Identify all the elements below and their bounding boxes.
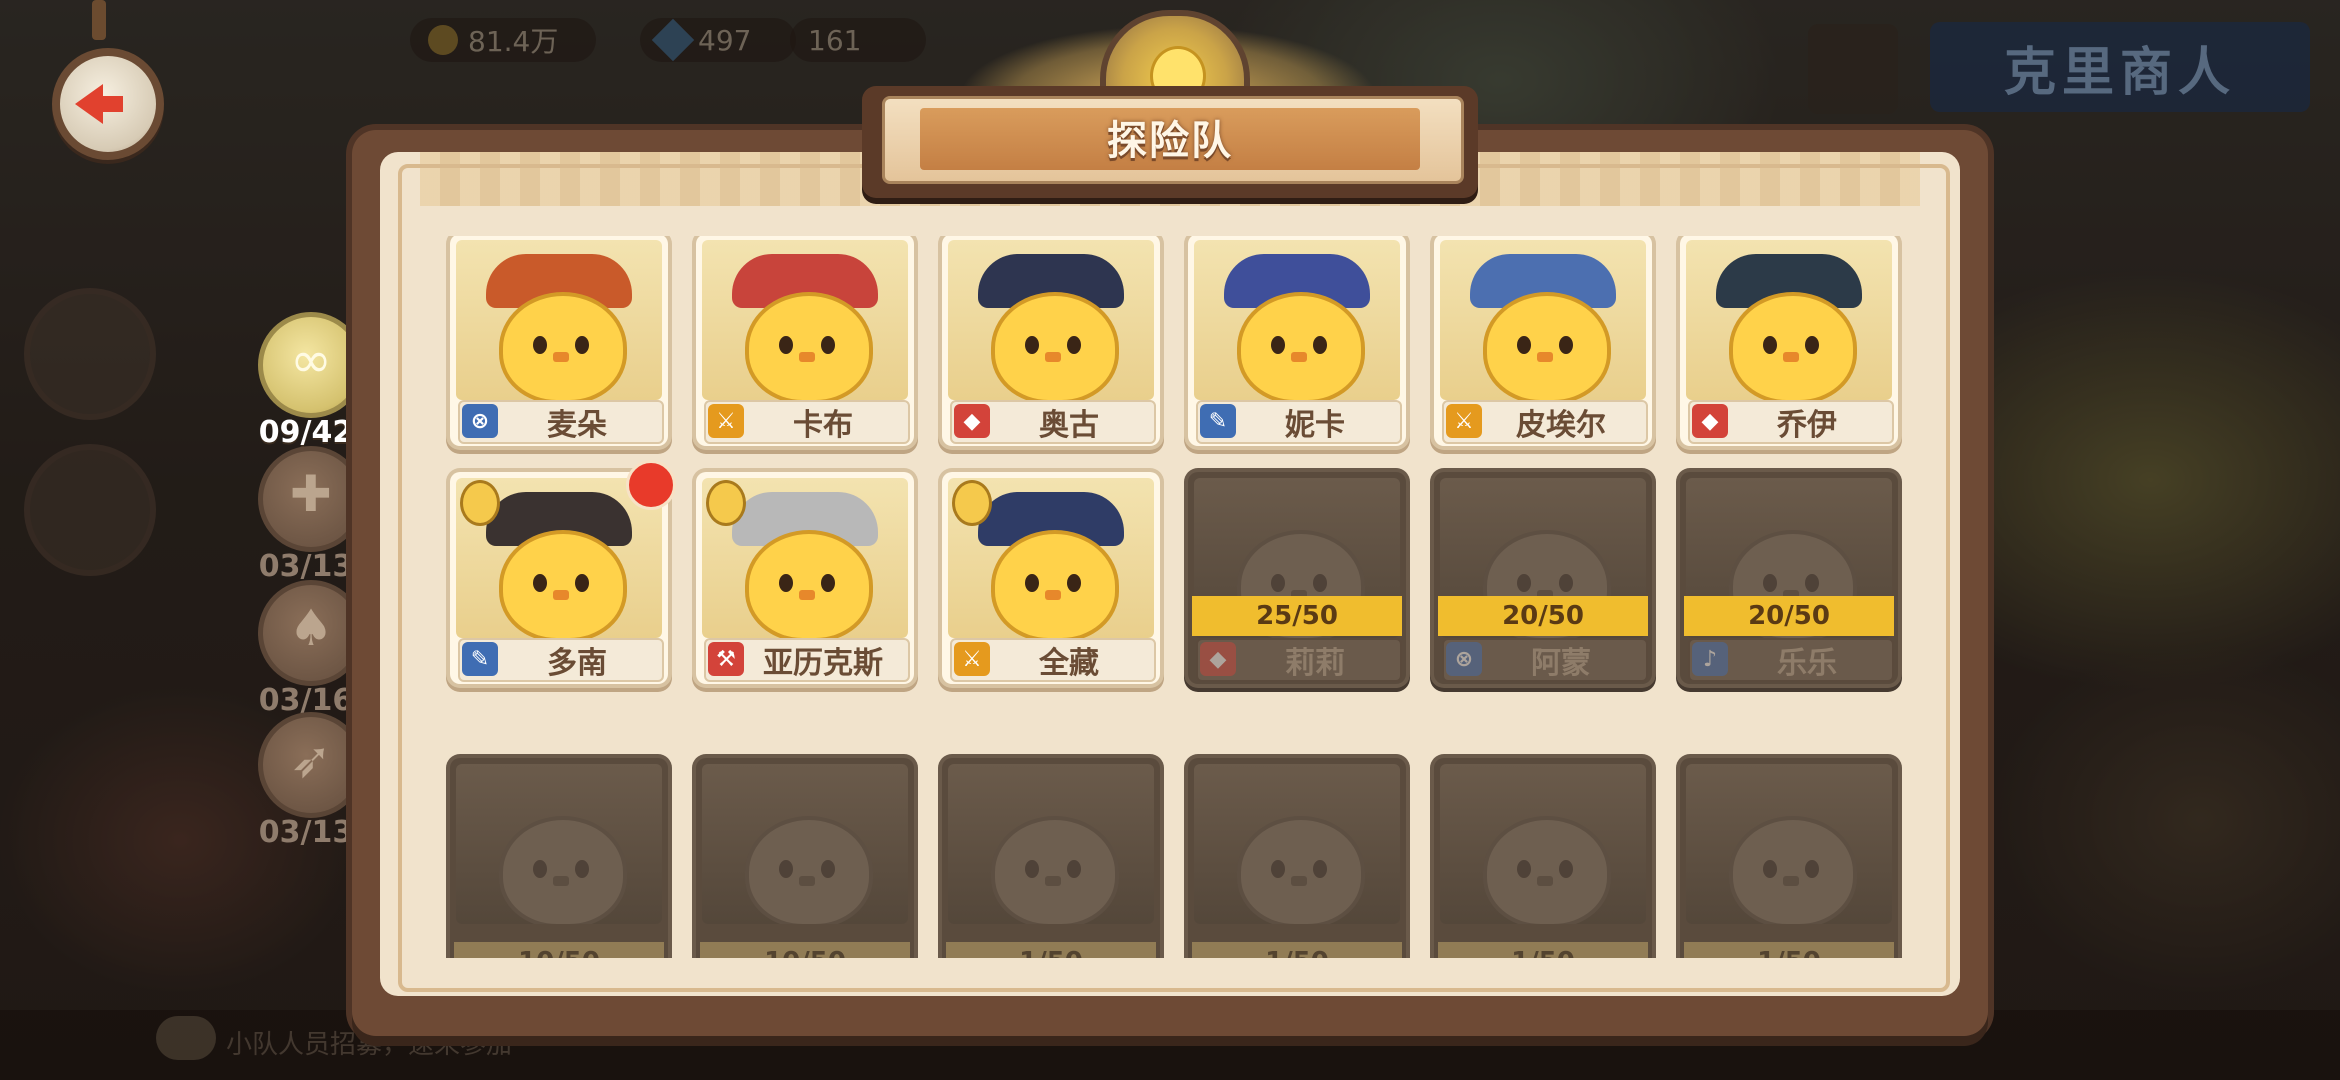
character-name: 阿蒙 [1531,646,1591,681]
character-card[interactable]: ⚔ 卡布 [696,236,914,446]
feather-icon: ➶ [290,731,332,789]
chick-body [1237,292,1365,400]
character-name: 卡布 [793,408,853,443]
character-portrait [1686,240,1892,400]
character-card[interactable]: 10/50 [450,758,668,958]
character-card[interactable]: ⚔ 全藏 [942,472,1160,684]
egg-icon [460,480,500,526]
character-portrait [1194,240,1400,400]
character-portrait [948,240,1154,400]
tab-jester-hat[interactable]: ♠ 03/16 [250,580,364,718]
notification-dot [626,460,676,510]
back-button[interactable] [52,48,164,160]
jester-hat-icon: ♠ [288,599,334,657]
warrior-class-icon: ⚔ [1446,404,1482,438]
chick-body [745,530,873,638]
shard-progress: 20/50 [1684,596,1894,636]
character-name: 乔伊 [1777,408,1837,443]
egg-icon [706,480,746,526]
page-title: 探险队 [1107,118,1233,164]
tab-count: 03/13 [258,549,354,584]
character-name: 妮卡 [1285,408,1345,443]
character-portrait [456,764,662,924]
chick-body [1729,816,1857,924]
warrior-class-icon: ⚔ [708,404,744,438]
character-card[interactable]: ⊗ 麦朵 [450,236,668,446]
shard-progress: 1/50 [946,942,1156,958]
shard-progress: 20/50 [1438,596,1648,636]
chick-body [499,292,627,400]
character-name: 莉莉 [1285,646,1345,681]
chick-body [991,816,1119,924]
tab-count: 03/13 [258,815,354,850]
tab-infinity[interactable]: ∞ 09/42 [250,312,364,450]
character-portrait [1194,764,1400,924]
archer-class-icon: ⊗ [462,404,498,438]
character-name: 皮埃尔 [1516,408,1606,443]
archer-class-icon: ⊗ [1446,642,1482,676]
hammer-class-icon: ⚒ [708,642,744,676]
character-card[interactable]: 1/50 [1680,758,1898,958]
character-name: 亚历克斯 [763,646,883,681]
character-portrait [456,240,662,400]
chick-body [1729,292,1857,400]
character-card[interactable]: ⚔ 皮埃尔 [1434,236,1652,446]
character-card[interactable]: 10/50 [696,758,914,958]
character-card[interactable]: ◆ 莉莉 25/50 [1188,472,1406,684]
character-card[interactable]: ✎ 多南 [450,460,676,684]
character-card[interactable]: ✎ 妮卡 [1188,236,1406,446]
chick-body [991,530,1119,638]
character-name: 乐乐 [1777,646,1837,681]
egg-icon [952,480,992,526]
character-card[interactable]: ♪ 乐乐 20/50 [1680,472,1898,684]
chick-body [745,816,873,924]
shard-progress: 1/50 [1192,942,1402,958]
infinity-icon: ∞ [290,331,332,389]
character-card[interactable]: 1/50 [1188,758,1406,958]
chick-body [1483,292,1611,400]
shield-icon: ✚ [290,465,332,523]
character-portrait [948,764,1154,924]
character-name: 全藏 [1039,646,1099,681]
character-portrait [1686,764,1892,924]
character-card[interactable]: ⚒ 亚历克斯 [696,472,914,684]
character-portrait [1440,240,1646,400]
character-card[interactable]: ◆ 奥古 [942,236,1160,446]
chick-body [1483,816,1611,924]
chick-body [499,530,627,638]
shard-progress: 10/50 [454,942,664,958]
tab-feather[interactable]: ➶ 03/13 [250,712,364,850]
bard-class-icon: ♪ [1692,642,1728,676]
shard-progress: 1/50 [1684,942,1894,958]
warrior-class-icon: ⚔ [954,642,990,676]
tab-shield[interactable]: ✚ 03/13 [250,446,364,584]
character-name: 多南 [547,646,607,681]
mage-class-icon: ✎ [462,642,498,676]
tank-class-icon: ◆ [954,404,990,438]
chick-body [1237,816,1365,924]
chick-body [745,292,873,400]
character-grid[interactable]: ⊗ 麦朵 ⚔ 卡布 ◆ 奥古 ✎ 妮卡 ⚔ 皮埃尔 ◆ 乔伊 ✎ 多南 ⚒ 亚历克斯 ⚔ 全藏 ◆ 莉莉 25/50 ⊗ 阿… [430,236,1910,958]
character-portrait [702,764,908,924]
character-card[interactable]: 1/50 [1434,758,1652,958]
back-arrow-icon [75,84,103,124]
character-card[interactable]: ◆ 乔伊 [1680,236,1898,446]
tank-class-icon: ◆ [1200,642,1236,676]
character-portrait [702,240,908,400]
character-card[interactable]: ⊗ 阿蒙 20/50 [1434,472,1652,684]
shard-progress: 1/50 [1438,942,1648,958]
tank-class-icon: ◆ [1692,404,1728,438]
shard-progress: 10/50 [700,942,910,958]
character-portrait [1440,764,1646,924]
shard-progress: 25/50 [1192,596,1402,636]
back-button-rope [92,0,106,40]
tab-count: 09/42 [258,415,354,450]
character-name: 奥古 [1039,408,1099,443]
mage-class-icon: ✎ [1200,404,1236,438]
chick-body [991,292,1119,400]
character-card[interactable]: 1/50 [942,758,1160,958]
character-name: 麦朵 [547,408,607,443]
chick-body [499,816,627,924]
